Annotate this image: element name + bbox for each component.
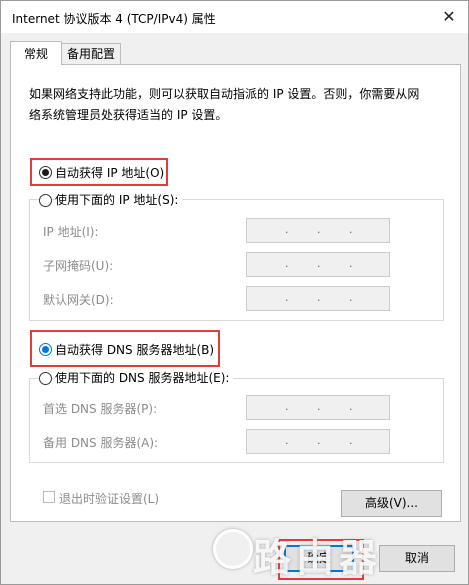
ip-address-label: IP 地址(I): — [43, 225, 99, 239]
default-gateway-label: 默认网关(D): — [43, 293, 114, 307]
radio-manual-ip[interactable] — [39, 194, 52, 207]
watermark-text: 路由器 — [253, 536, 383, 580]
radio-auto-dns[interactable] — [39, 343, 52, 356]
description-line-1: 如果网络支持此功能，则可以获取自动指派的 IP 设置。否则，你需要从网 — [29, 87, 420, 101]
cancel-button[interactable]: 取消 — [379, 545, 455, 572]
description-text: 如果网络支持此功能，则可以获取自动指派的 IP 设置。否则，你需要从网 络系统管… — [29, 84, 439, 126]
manual-dns-label[interactable]: 使用下面的 DNS 服务器地址(E): — [55, 369, 234, 386]
auto-dns-label[interactable]: 自动获得 DNS 服务器地址(B) — [55, 341, 214, 358]
description-line-2: 络系统管理员处获得适当的 IP 设置。 — [29, 108, 228, 122]
subnet-mask-field[interactable]: ... — [246, 252, 390, 277]
title-bar: Internet 协议版本 4 (TCP/IPv4) 属性 ✕ — [1, 1, 468, 33]
validate-on-exit-checkbox[interactable] — [43, 491, 55, 503]
close-icon[interactable]: ✕ — [436, 5, 462, 29]
window-title: Internet 协议版本 4 (TCP/IPv4) 属性 — [12, 12, 216, 26]
manual-ip-label[interactable]: 使用下面的 IP 地址(S): — [55, 191, 183, 208]
tab-alternate-config[interactable]: 备用配置 — [61, 43, 121, 65]
advanced-button[interactable]: 高级(V)... — [341, 490, 442, 517]
radio-auto-ip[interactable] — [39, 166, 52, 179]
preferred-dns-field[interactable]: ... — [246, 395, 390, 420]
tab-general[interactable]: 常规 — [10, 41, 62, 65]
alternate-dns-label: 备用 DNS 服务器(A): — [43, 436, 159, 450]
watermark-logo-icon — [213, 529, 253, 569]
default-gateway-field[interactable]: ... — [246, 286, 390, 311]
auto-ip-label[interactable]: 自动获得 IP 地址(O) — [55, 164, 164, 181]
ip-address-field[interactable]: ... — [246, 218, 390, 243]
preferred-dns-label: 首选 DNS 服务器(P): — [43, 402, 158, 416]
validate-on-exit-label[interactable]: 退出时验证设置(L) — [59, 490, 159, 507]
alternate-dns-field[interactable]: ... — [246, 429, 390, 454]
dialog-window: Internet 协议版本 4 (TCP/IPv4) 属性 ✕ 常规 备用配置 … — [0, 0, 469, 585]
subnet-mask-label: 子网掩码(U): — [43, 259, 114, 273]
radio-manual-dns[interactable] — [39, 372, 52, 385]
